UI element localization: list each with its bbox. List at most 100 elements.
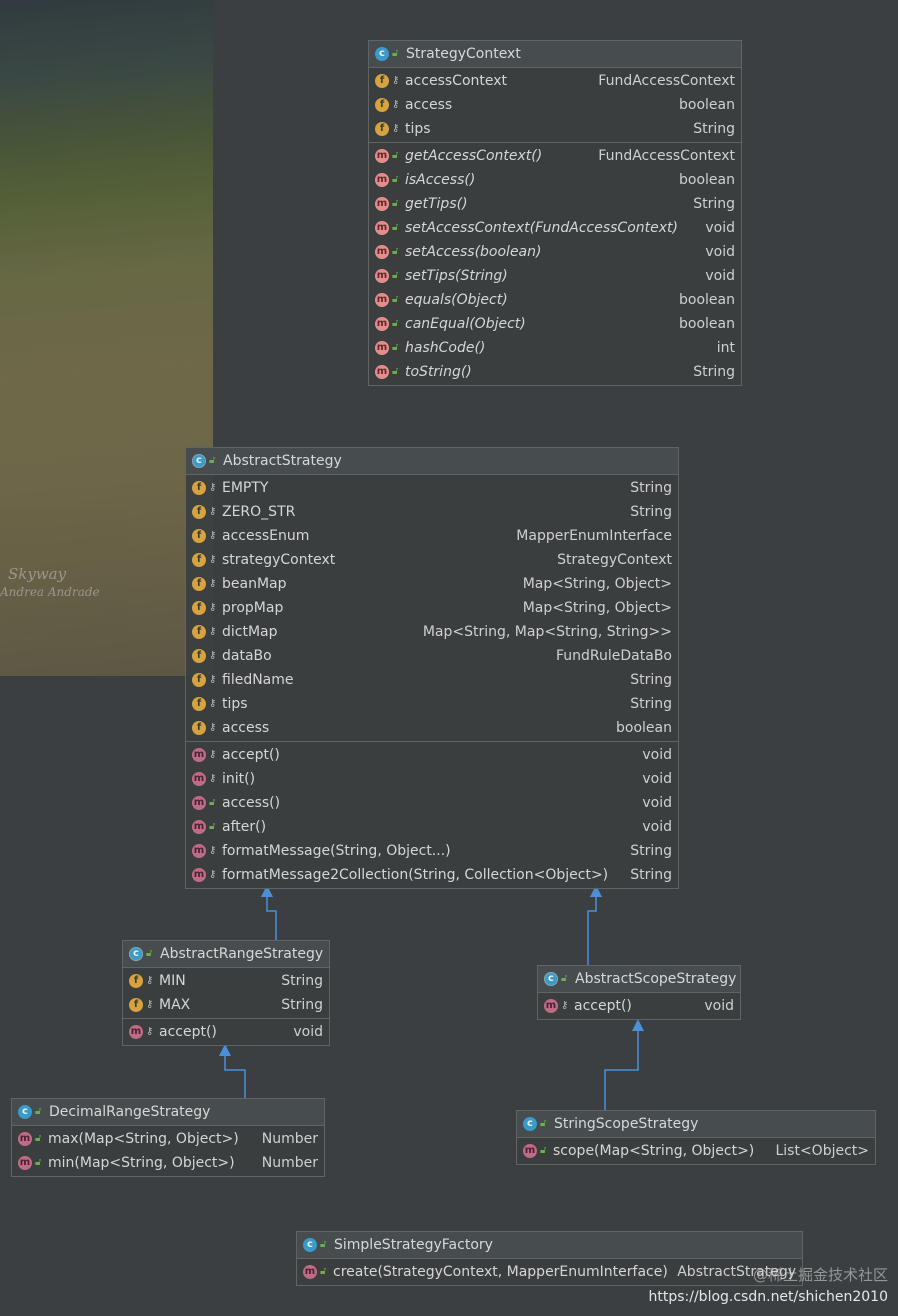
method-type: void [642,819,672,835]
method-row[interactable]: m 🔓︎ getTips() String [369,192,741,216]
class-abstract-scope-strategy[interactable]: c 🔓︎ AbstractScopeStrategy m ⚷ accept() voi… [537,965,741,1020]
method-type: String [630,867,672,883]
method-row[interactable]: m 🔓︎ access() void [186,791,678,815]
class-title: AbstractRangeStrategy [160,946,324,962]
method-row[interactable]: m 🔓︎ isAccess() boolean [369,168,741,192]
protected-key-icon: ⚷ [209,749,217,760]
field-icon: f [192,553,206,567]
field-type: FundAccessContext [598,73,735,89]
class-title: DecimalRangeStrategy [49,1104,211,1120]
method-icon: m [192,820,206,834]
field-type: StrategyContext [557,552,672,568]
field-name: ZERO_STR [222,504,296,520]
field-row[interactable]: f ⚷ MIN String [123,969,329,993]
method-row[interactable]: m 🔓︎ min(Map<String, Object>) Number [12,1151,324,1175]
field-name: tips [222,696,248,712]
class-header: c 🔓︎ StringScopeStrategy [517,1111,875,1138]
field-row[interactable]: f ⚷ EMPTY String [186,476,678,500]
method-row[interactable]: m ⚷ formatMessage2Collection(String, Colle… [186,863,678,887]
class-icon: c [375,47,389,61]
method-icon: m [375,293,389,307]
class-header: c 🔓︎ DecimalRangeStrategy [12,1099,324,1126]
field-row[interactable]: f ⚷ access boolean [186,716,678,740]
class-icon: c [303,1238,317,1252]
protected-key-icon: ⚷ [146,1026,154,1037]
method-name: setTips(String) [405,268,508,284]
method-row[interactable]: m ⚷ accept() void [186,743,678,767]
public-lock-icon: 🔓︎ [392,174,399,185]
arrowhead-scope [632,1019,644,1031]
field-name: beanMap [222,576,287,592]
field-type: boolean [616,720,672,736]
method-row[interactable]: m ⚷ accept() void [123,1020,329,1044]
fields-section: f ⚷ accessContext FundAccessContext f ⚷ acces… [369,68,741,143]
method-type: boolean [679,316,735,332]
method-row[interactable]: m 🔓︎ setAccess(boolean) void [369,240,741,264]
public-lock-icon: 🔓︎ [392,342,399,353]
method-type: void [642,771,672,787]
public-lock-icon: 🔓︎ [35,1106,42,1117]
method-icon: m [18,1132,32,1146]
private-key-icon: ⚷ [146,999,154,1010]
method-row[interactable]: m 🔓︎ equals(Object) boolean [369,288,741,312]
method-row[interactable]: m ⚷ formatMessage(String, Object...) String [186,839,678,863]
field-row[interactable]: f ⚷ filedName String [186,668,678,692]
public-lock-icon: 🔓︎ [209,821,216,832]
field-icon: f [192,529,206,543]
protected-key-icon: ⚷ [209,845,217,856]
field-row[interactable]: f ⚷ beanMap Map<String, Object> [186,572,678,596]
private-key-icon: ⚷ [209,674,217,685]
field-row[interactable]: f ⚷ tips String [186,692,678,716]
public-lock-icon: 🔓︎ [392,366,399,377]
method-row[interactable]: m 🔓︎ hashCode() int [369,336,741,360]
method-icon: m [129,1025,143,1039]
field-row[interactable]: f ⚷ accessContext FundAccessContext [369,69,741,93]
method-row[interactable]: m 🔓︎ setTips(String) void [369,264,741,288]
private-key-icon: ⚷ [209,530,217,541]
field-row[interactable]: f ⚷ dataBo FundRuleDataBo [186,644,678,668]
private-key-icon: ⚷ [392,123,400,134]
field-type: String [630,480,672,496]
private-key-icon: ⚷ [209,482,217,493]
class-abstract-range-strategy[interactable]: c 🔓︎ AbstractRangeStrategy f ⚷ MIN String f… [122,940,330,1046]
class-title: AbstractScopeStrategy [575,971,737,987]
method-row[interactable]: m 🔓︎ setAccessContext(FundAccessContext) vo… [369,216,741,240]
method-row[interactable]: m 🔓︎ toString() String [369,360,741,384]
field-name: dataBo [222,648,272,664]
field-row[interactable]: f ⚷ ZERO_STR String [186,500,678,524]
class-string-scope-strategy[interactable]: c 🔓︎ StringScopeStrategy m 🔓︎ scope(Map<St… [516,1110,876,1165]
method-row[interactable]: m ⚷ init() void [186,767,678,791]
method-icon: m [375,341,389,355]
method-row[interactable]: m 🔓︎ getAccessContext() FundAccessContext [369,144,741,168]
field-type: Map<String, Object> [522,576,672,592]
class-abstract-strategy[interactable]: c 🔓︎ AbstractStrategy f ⚷ EMPTY String f ⚷ ZE… [185,447,679,889]
field-row[interactable]: f ⚷ access boolean [369,93,741,117]
class-header: c 🔓︎ StrategyContext [369,41,741,68]
public-lock-icon: 🔓︎ [392,150,399,161]
method-row[interactable]: m 🔓︎ after() void [186,815,678,839]
methods-section: m 🔓︎ getAccessContext() FundAccessContext m… [369,143,741,385]
public-lock-icon: 🔓︎ [146,948,153,959]
method-row[interactable]: m 🔓︎ scope(Map<String, Object>) List<Object… [517,1139,875,1163]
methods-section: m 🔓︎ max(Map<String, Object>) Number m 🔓︎ min… [12,1126,324,1176]
field-type: Map<String, Object> [522,600,672,616]
method-row[interactable]: m 🔓︎ max(Map<String, Object>) Number [12,1127,324,1151]
arrow-stringscope-to-scope [604,1027,639,1110]
method-name: getTips() [405,196,468,212]
method-row[interactable]: m 🔓︎ canEqual(Object) boolean [369,312,741,336]
private-key-icon: ⚷ [392,99,400,110]
field-name: MAX [159,997,191,1013]
field-type: String [281,997,323,1013]
field-row[interactable]: f ⚷ dictMap Map<String, Map<String, String>… [186,620,678,644]
method-icon: m [18,1156,32,1170]
method-row[interactable]: m ⚷ accept() void [538,994,740,1018]
field-row[interactable]: f ⚷ MAX String [123,993,329,1017]
class-strategy-context[interactable]: c 🔓︎ StrategyContext f ⚷ accessContext Fund… [368,40,742,386]
field-row[interactable]: f ⚷ tips String [369,117,741,141]
field-row[interactable]: f ⚷ strategyContext StrategyContext [186,548,678,572]
field-row[interactable]: f ⚷ propMap Map<String, Object> [186,596,678,620]
static-method-icon: m [303,1265,317,1279]
field-row[interactable]: f ⚷ accessEnum MapperEnumInterface [186,524,678,548]
abstract-class-icon: c [544,972,558,986]
class-decimal-range-strategy[interactable]: c 🔓︎ DecimalRangeStrategy m 🔓︎ max(Map<Str… [11,1098,325,1177]
